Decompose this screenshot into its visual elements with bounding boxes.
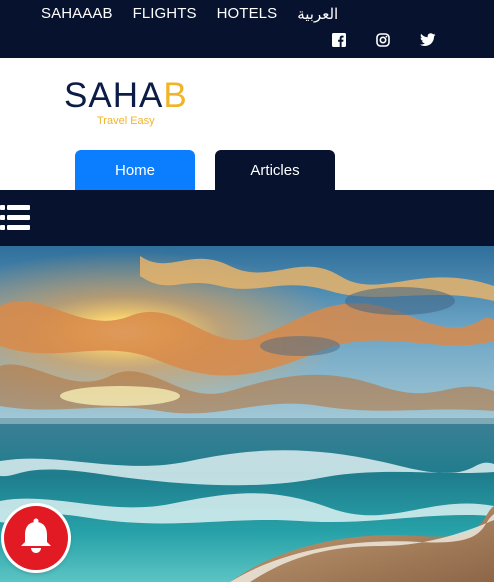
instagram-icon[interactable]	[376, 33, 394, 51]
logo-text-dark: SAHA	[64, 76, 164, 115]
nav-link-sahaaab[interactable]: SAHAAAB	[41, 5, 113, 23]
social-links	[332, 33, 438, 51]
site-logo[interactable]: SAHAB Travel Easy	[64, 78, 188, 127]
hero-image	[0, 246, 494, 582]
nav-link-flights[interactable]: FLIGHTS	[133, 5, 197, 23]
top-nav: SAHAAAB FLIGHTS HOTELS العربية	[41, 5, 338, 23]
top-bar: SAHAAAB FLIGHTS HOTELS العربية	[0, 0, 494, 58]
tab-home[interactable]: Home	[75, 150, 195, 190]
nav-link-arabic[interactable]: العربية	[297, 5, 338, 23]
menu-bar	[0, 190, 494, 246]
logo-wordmark: SAHAB	[64, 78, 188, 113]
list-menu-icon[interactable]	[0, 203, 30, 233]
tab-articles[interactable]: Articles	[215, 150, 335, 190]
logo-tagline: Travel Easy	[97, 115, 155, 127]
main-tabs: Home Articles	[75, 150, 335, 190]
notification-bell-button[interactable]	[4, 506, 68, 570]
nav-link-hotels[interactable]: HOTELS	[217, 5, 278, 23]
facebook-icon[interactable]	[332, 33, 350, 51]
twitter-icon[interactable]	[420, 33, 438, 51]
bell-icon	[19, 518, 53, 559]
logo-text-accent: B	[163, 76, 188, 115]
